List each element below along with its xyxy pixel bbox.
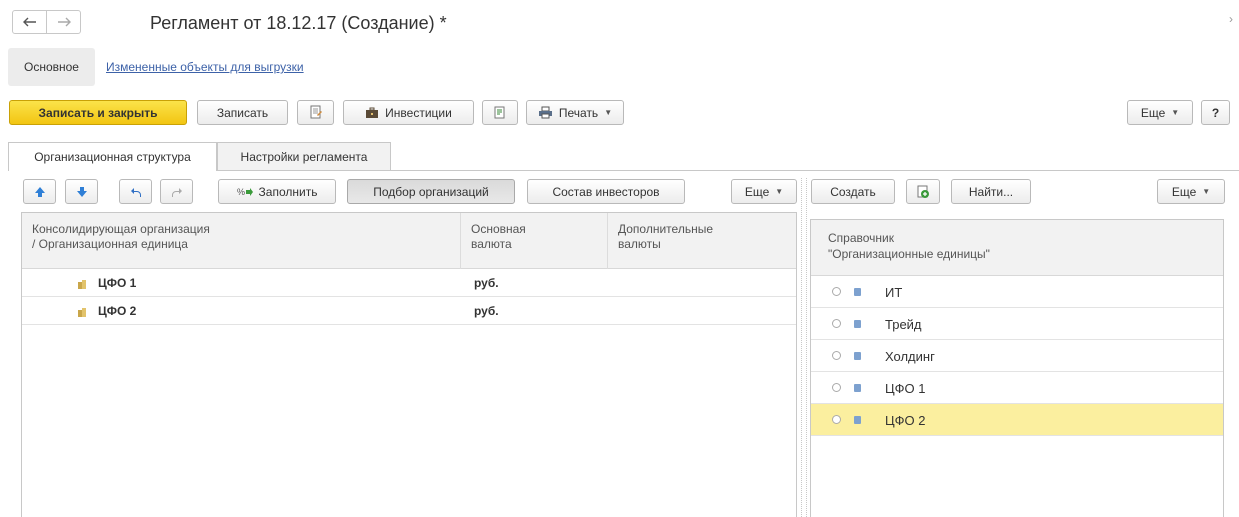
- section-main[interactable]: Основное: [8, 48, 95, 86]
- redo-icon: [171, 187, 182, 197]
- list-item-label: Холдинг: [885, 349, 935, 364]
- tab-settings[interactable]: Настройки регламента: [217, 142, 391, 170]
- radio-icon: [832, 383, 841, 392]
- table-row[interactable]: ЦФО 2 руб.: [22, 297, 796, 325]
- left-more-button[interactable]: Еще ▼: [731, 179, 797, 204]
- list-item-selected[interactable]: ЦФО 2: [811, 404, 1223, 436]
- investments-button[interactable]: Инвестиции: [343, 100, 474, 125]
- folder-group-icon: [78, 308, 86, 317]
- org-unit-icon: [854, 320, 861, 328]
- svg-text:%: %: [237, 187, 245, 197]
- report-button[interactable]: [482, 100, 518, 125]
- create-button[interactable]: Создать: [811, 179, 895, 204]
- list-item-label: ЦФО 1: [885, 381, 926, 396]
- right-more-label: Еще: [1171, 184, 1197, 199]
- radio-icon: [832, 351, 841, 360]
- radio-icon: [832, 415, 841, 424]
- document-edit-icon: [310, 105, 322, 119]
- investors-button[interactable]: Состав инвесторов: [527, 179, 685, 204]
- row-name: ЦФО 1: [98, 276, 137, 290]
- column-header-org[interactable]: Консолидирующая организация / Организаци…: [22, 213, 460, 269]
- move-down-button[interactable]: [65, 179, 98, 204]
- redo-button[interactable]: [160, 179, 193, 204]
- table-header: Консолидирующая организация / Организаци…: [22, 213, 796, 269]
- caret-down-icon: ▼: [775, 187, 784, 196]
- arrow-up-icon: [34, 186, 45, 197]
- back-button[interactable]: [13, 11, 46, 33]
- briefcase-icon: [366, 107, 379, 118]
- table-row[interactable]: ЦФО 1 руб.: [22, 269, 796, 297]
- list-header[interactable]: Справочник "Организационные единицы": [811, 220, 1223, 276]
- chevron-right-icon[interactable]: ›: [1229, 12, 1233, 26]
- tab-org-structure[interactable]: Организационная структура: [8, 142, 217, 171]
- undo-button[interactable]: [119, 179, 152, 204]
- column-header-extra-currency[interactable]: Дополнительные валюты: [607, 213, 796, 269]
- list-item[interactable]: ИТ: [811, 276, 1223, 308]
- list-item-label: ИТ: [885, 285, 903, 300]
- print-button[interactable]: Печать ▼: [526, 100, 624, 125]
- save-and-close-button[interactable]: Записать и закрыть: [9, 100, 187, 125]
- forward-button[interactable]: [46, 11, 80, 33]
- org-unit-icon: [854, 416, 861, 424]
- printer-icon: [538, 106, 552, 119]
- list-item-label: ЦФО 2: [885, 413, 926, 428]
- list-item[interactable]: ЦФО 1: [811, 372, 1223, 404]
- caret-down-icon: ▼: [1171, 108, 1180, 117]
- move-up-button[interactable]: [23, 179, 56, 204]
- org-units-list: Справочник "Организационные единицы" ИТ …: [810, 219, 1224, 517]
- caret-down-icon: ▼: [1202, 187, 1211, 196]
- help-button[interactable]: ?: [1201, 100, 1230, 125]
- more-label: Еще: [1140, 105, 1166, 120]
- left-more-label: Еще: [744, 184, 770, 199]
- select-orgs-button[interactable]: Подбор организаций: [347, 179, 515, 204]
- more-button[interactable]: Еще ▼: [1127, 100, 1193, 125]
- row-currency: руб.: [474, 276, 499, 290]
- document-button[interactable]: [297, 100, 334, 125]
- org-unit-icon: [854, 384, 861, 392]
- row-name: ЦФО 2: [98, 304, 137, 318]
- radio-icon: [832, 287, 841, 296]
- list-item-label: Трейд: [885, 317, 922, 332]
- undo-icon: [130, 187, 141, 197]
- window-title: Регламент от 18.12.17 (Создание) *: [150, 13, 447, 33]
- fill-button[interactable]: % Заполнить: [218, 179, 336, 204]
- print-label: Печать: [558, 105, 599, 120]
- radio-icon: [832, 319, 841, 328]
- changed-objects-link[interactable]: Измененные объекты для выгрузки: [106, 60, 304, 74]
- fill-icon: %: [237, 187, 253, 197]
- add-copy-button[interactable]: [906, 179, 940, 204]
- org-structure-table: Консолидирующая организация / Организаци…: [21, 212, 797, 517]
- fill-label: Заполнить: [258, 184, 318, 199]
- caret-down-icon: ▼: [604, 108, 613, 117]
- investments-label: Инвестиции: [385, 105, 452, 120]
- save-button[interactable]: Записать: [197, 100, 288, 125]
- panel-splitter[interactable]: [801, 178, 807, 517]
- list-item[interactable]: Трейд: [811, 308, 1223, 340]
- column-header-currency[interactable]: Основная валюта: [460, 213, 607, 269]
- org-unit-icon: [854, 352, 861, 360]
- arrow-down-icon: [76, 186, 87, 197]
- add-document-icon: [917, 185, 929, 198]
- org-unit-icon: [854, 288, 861, 296]
- folder-group-icon: [78, 280, 86, 289]
- right-more-button[interactable]: Еще ▼: [1157, 179, 1225, 204]
- find-button[interactable]: Найти...: [951, 179, 1031, 204]
- arrow-right-icon: [57, 17, 71, 27]
- arrow-left-icon: [22, 17, 36, 27]
- navigation-arrows: [12, 10, 81, 34]
- list-item[interactable]: Холдинг: [811, 340, 1223, 372]
- row-currency: руб.: [474, 304, 499, 318]
- report-icon: [494, 106, 505, 118]
